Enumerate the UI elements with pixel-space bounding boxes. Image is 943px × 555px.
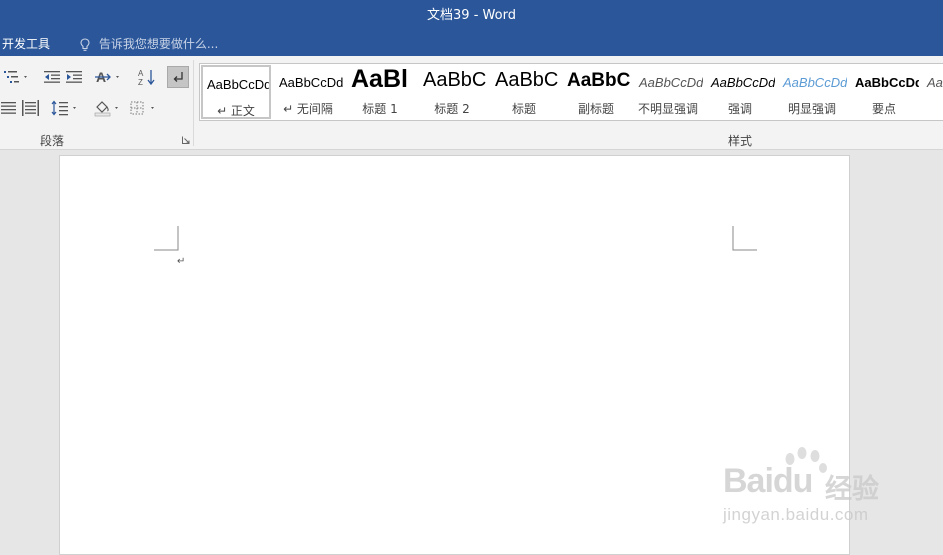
styles-group-label: 样式 — [728, 134, 753, 148]
style-name: 强调 — [727, 102, 752, 116]
paragraph-group-label: 段落 — [40, 134, 65, 148]
line-spacing-button[interactable] — [50, 97, 80, 119]
borders-icon — [130, 101, 154, 115]
style-preview: AaBbC — [423, 69, 487, 91]
style-preview: AaBbC — [495, 69, 559, 91]
sort-button[interactable]: A Z — [135, 66, 159, 88]
tab-developer[interactable]: 开发工具 — [2, 34, 50, 54]
justify-icon — [1, 102, 16, 114]
style-preview: AaBbCcDd — [207, 77, 271, 92]
style-subtle-emphasis[interactable]: AaBbCcDd 不明显强调 — [633, 65, 703, 119]
show-hide-marks-button[interactable] — [167, 66, 189, 88]
sort-icon: A Z — [138, 69, 155, 86]
tell-me-placeholder: 告诉我您想要做什么... — [98, 37, 219, 51]
chinese-layout-button[interactable]: A — [93, 66, 125, 88]
watermark-brand: Baidu — [723, 462, 813, 500]
decrease-indent-button[interactable] — [41, 66, 63, 88]
style-no-spacing[interactable]: AaBbCcDd ↵ 无间隔 — [273, 65, 343, 119]
distributed-icon — [22, 100, 39, 116]
style-name: 副标题 — [577, 102, 614, 116]
style-preview: AaBbCcDd — [711, 75, 775, 90]
style-preview: AaBbCcDd — [855, 75, 919, 90]
style-name: 明显强调 — [787, 102, 836, 116]
style-preview: AaBbC — [567, 70, 631, 91]
group-separator — [193, 60, 194, 146]
title-bar: 文档39 - Word — [0, 0, 943, 33]
style-name: ↵ 无间隔 — [283, 102, 333, 116]
style-preview: Aa — [927, 75, 943, 90]
lightbulb-icon — [80, 37, 90, 51]
styles-gallery: AaBbCcDd ↵ 正文 AaBbCcDd ↵ 无间隔 AaBl 标题 1 A… — [199, 63, 943, 121]
style-next[interactable]: Aa — [921, 65, 943, 119]
style-emphasis[interactable]: AaBbCcDd 强调 — [705, 65, 775, 119]
crop-mark-top-right — [732, 226, 757, 251]
baidu-watermark: Baidu 经验 jingyan.baidu.com — [723, 446, 903, 530]
ribbon-tab-bar: 开发工具 告诉我您想要做什么... — [0, 33, 943, 56]
chinese-layout-icon: A — [95, 69, 119, 85]
style-name: ↵ 正文 — [217, 104, 255, 118]
style-name: 标题 2 — [434, 102, 470, 116]
shading-button[interactable] — [92, 97, 124, 119]
style-preview: AaBl — [351, 65, 408, 93]
increase-indent-button[interactable] — [63, 66, 85, 88]
style-heading-2[interactable]: AaBbC 标题 2 — [417, 65, 487, 119]
multilevel-list-button[interactable] — [0, 66, 32, 88]
style-preview: AaBbCcDd — [639, 75, 703, 90]
justify-button[interactable] — [0, 97, 17, 119]
style-subtitle[interactable]: AaBbC 副标题 — [561, 65, 631, 119]
style-strong[interactable]: AaBbCcDd 要点 — [849, 65, 919, 119]
style-name: 要点 — [871, 102, 896, 116]
window-title: 文档39 - Word — [427, 8, 516, 23]
style-normal[interactable]: AaBbCcDd ↵ 正文 — [201, 65, 271, 119]
svg-text:Z: Z — [138, 78, 143, 86]
style-heading-1[interactable]: AaBl 标题 1 — [345, 65, 415, 119]
watermark-url: jingyan.baidu.com — [723, 505, 869, 524]
multilevel-list-icon — [4, 71, 27, 83]
style-title[interactable]: AaBbC 标题 — [489, 65, 559, 119]
decrease-indent-icon — [44, 71, 60, 83]
ribbon-home: A A Z 段落 AaBbCcDd ↵ 正文 AaBbCcDd ↵ 无间隔 Aa… — [0, 56, 943, 150]
style-name: 不明显强调 — [637, 102, 698, 116]
tell-me-search[interactable]: 告诉我您想要做什么... — [80, 34, 218, 54]
paragraph-mark: ↵ — [177, 256, 186, 267]
svg-text:A: A — [138, 69, 144, 78]
style-intense-emphasis[interactable]: AaBbCcDd 明显强调 — [777, 65, 847, 119]
paragraph-mark-icon — [173, 72, 183, 82]
paragraph-dialog-launcher-icon[interactable] — [182, 136, 190, 144]
style-name: 标题 1 — [362, 102, 398, 116]
distributed-button[interactable] — [21, 97, 40, 119]
increase-indent-icon — [66, 71, 82, 83]
borders-button[interactable] — [128, 97, 158, 119]
paint-bucket-icon — [94, 101, 118, 117]
watermark-brand-cn: 经验 — [825, 474, 879, 505]
line-spacing-icon — [51, 100, 76, 116]
style-preview: AaBbCcDd — [279, 75, 343, 90]
style-preview: AaBbCcDd — [783, 75, 847, 90]
crop-mark-top-left — [154, 226, 179, 251]
style-name: 标题 — [511, 102, 536, 116]
